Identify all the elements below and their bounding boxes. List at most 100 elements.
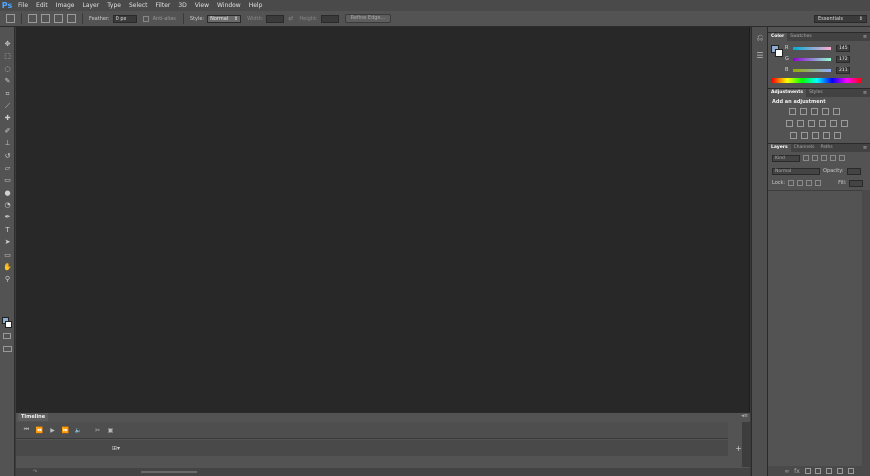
dodge-tool-icon[interactable]: ◔ <box>2 200 13 210</box>
quick-mask-icon[interactable] <box>3 333 11 339</box>
new-selection-icon[interactable] <box>28 14 37 23</box>
tab-channels[interactable]: Channels <box>791 144 818 152</box>
height-input[interactable] <box>320 14 339 23</box>
posterize-icon[interactable] <box>801 132 808 139</box>
add-to-selection-icon[interactable] <box>41 14 50 23</box>
timeline-zoom-slider[interactable] <box>141 471 197 473</box>
workspace-select[interactable]: Essentials ⇕ <box>814 15 867 23</box>
panel-menu-icon[interactable]: ≡ <box>860 90 870 96</box>
levels-icon[interactable] <box>800 108 807 115</box>
crop-tool-icon[interactable]: ⌗ <box>2 89 13 99</box>
first-frame-icon[interactable]: ⏮ <box>20 426 33 434</box>
layers-list[interactable] <box>768 190 862 466</box>
marquee-preset-icon[interactable] <box>6 14 15 23</box>
invert-icon[interactable] <box>790 132 797 139</box>
panel-menu-icon[interactable]: ◂≡ <box>741 413 748 419</box>
lasso-tool-icon[interactable]: ◌ <box>2 64 13 74</box>
fill-input[interactable] <box>849 179 864 187</box>
add-track-icon[interactable]: + <box>735 444 742 453</box>
new-adjustment-layer-icon[interactable] <box>815 468 822 474</box>
menu-help[interactable]: Help <box>245 0 267 11</box>
blue-value-input[interactable]: 211 <box>836 66 850 74</box>
blur-tool-icon[interactable]: ● <box>2 188 13 198</box>
black-white-icon[interactable] <box>808 120 815 127</box>
render-video-icon[interactable]: ↷ <box>33 469 37 475</box>
new-group-icon[interactable] <box>826 468 833 474</box>
menu-window[interactable]: Window <box>213 0 245 11</box>
link-layers-icon[interactable]: ∞ <box>784 468 789 475</box>
width-input[interactable] <box>266 14 285 23</box>
red-value-input[interactable]: 145 <box>836 44 850 52</box>
swap-dimensions-icon[interactable]: ⇄ <box>288 15 293 22</box>
lock-position-icon[interactable] <box>806 180 813 186</box>
panel-menu-icon[interactable]: ≡ <box>860 145 870 151</box>
antialias-checkbox[interactable] <box>142 15 149 22</box>
red-slider[interactable] <box>793 46 831 50</box>
lock-transparent-icon[interactable] <box>788 180 795 186</box>
photo-filter-icon[interactable] <box>819 120 826 127</box>
filter-pixel-icon[interactable] <box>803 155 809 161</box>
menu-type[interactable]: Type <box>103 0 125 11</box>
vibrance-icon[interactable] <box>833 108 840 115</box>
delete-layer-icon[interactable] <box>847 468 854 474</box>
blue-slider[interactable] <box>793 68 831 72</box>
brush-tool-icon[interactable]: ✐ <box>2 126 13 136</box>
add-media-icon[interactable]: ⊞▾ <box>112 445 120 452</box>
menu-view[interactable]: View <box>191 0 213 11</box>
filter-kind-select[interactable]: Kind <box>772 154 800 162</box>
tab-adjustments[interactable]: Adjustments <box>768 89 807 97</box>
filter-smart-object-icon[interactable] <box>839 155 845 161</box>
zoom-tool-icon[interactable]: ⚲ <box>2 274 13 284</box>
opacity-input[interactable] <box>846 167 861 175</box>
menu-layer[interactable]: Layer <box>78 0 103 11</box>
move-tool-icon[interactable]: ✥ <box>2 39 13 49</box>
style-select[interactable]: Normal ⇕ <box>207 14 242 23</box>
menu-edit[interactable]: Edit <box>32 0 52 11</box>
threshold-icon[interactable] <box>812 132 819 139</box>
menu-filter[interactable]: Filter <box>152 0 175 11</box>
properties-panel-icon[interactable]: ☰ <box>754 50 766 62</box>
split-icon[interactable]: ✂ <box>91 427 104 434</box>
path-selection-tool-icon[interactable]: ➤ <box>2 237 13 247</box>
green-value-input[interactable]: 172 <box>836 55 850 63</box>
hue-saturation-icon[interactable] <box>786 120 793 127</box>
tab-swatches[interactable]: Swatches <box>787 33 815 41</box>
layers-scrollbar[interactable] <box>862 190 870 466</box>
add-mask-icon[interactable] <box>804 468 811 474</box>
gradient-tool-icon[interactable]: ▭ <box>2 175 13 185</box>
selective-color-icon[interactable] <box>834 132 841 139</box>
curves-icon[interactable] <box>811 108 818 115</box>
layer-style-icon[interactable]: fx <box>794 468 800 475</box>
eraser-tool-icon[interactable]: ▱ <box>2 163 13 173</box>
color-lookup-icon[interactable] <box>841 120 848 127</box>
tab-styles[interactable]: Styles <box>806 89 826 97</box>
marquee-tool-icon[interactable]: ⬚ <box>2 51 13 61</box>
next-frame-icon[interactable]: ⏩ <box>59 427 72 434</box>
document-canvas-area[interactable] <box>16 27 750 412</box>
background-color-swatch[interactable] <box>5 321 12 328</box>
type-tool-icon[interactable]: T <box>2 225 13 235</box>
background-color-swatch[interactable] <box>775 49 783 57</box>
filter-shape-icon[interactable] <box>830 155 836 161</box>
previous-frame-icon[interactable]: ⏪ <box>33 427 46 434</box>
tab-color[interactable]: Color <box>768 33 788 41</box>
channel-mixer-icon[interactable] <box>830 120 837 127</box>
screen-mode-icon[interactable] <box>3 346 12 352</box>
brightness-contrast-icon[interactable] <box>789 108 796 115</box>
menu-image[interactable]: Image <box>52 0 79 11</box>
timeline-track[interactable]: ⊞▾ + <box>16 440 742 456</box>
quick-select-tool-icon[interactable]: ✎ <box>2 76 13 86</box>
lock-image-icon[interactable] <box>797 180 804 186</box>
audio-icon[interactable]: 🔈 <box>72 427 85 434</box>
transition-icon[interactable]: ▣ <box>104 427 117 434</box>
timeline-tab[interactable]: Timeline <box>18 413 49 421</box>
gradient-map-icon[interactable] <box>823 132 830 139</box>
pen-tool-icon[interactable]: ✒ <box>2 212 13 222</box>
new-layer-icon[interactable] <box>836 468 843 474</box>
intersect-selection-icon[interactable] <box>67 14 76 23</box>
menu-3d[interactable]: 3D <box>174 0 190 11</box>
history-brush-tool-icon[interactable]: ↺ <box>2 151 13 161</box>
feather-input[interactable]: 0 px <box>112 14 137 23</box>
healing-brush-tool-icon[interactable]: ✚ <box>2 113 13 123</box>
eyedropper-tool-icon[interactable]: ⟋ <box>2 101 13 111</box>
